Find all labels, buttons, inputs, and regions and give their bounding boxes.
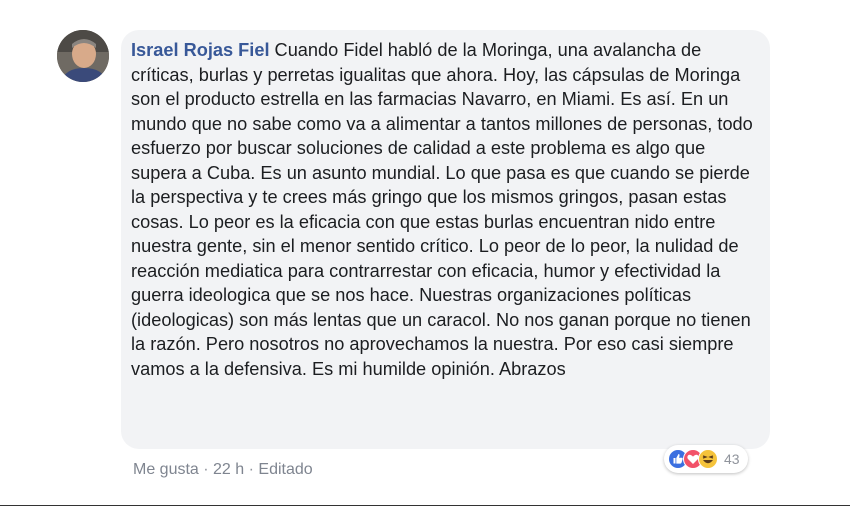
haha-icon — [698, 449, 718, 469]
separator: · — [244, 461, 259, 478]
reaction-count: 43 — [724, 451, 740, 467]
like-button[interactable]: Me gusta — [133, 461, 199, 478]
comment-text: Cuando Fidel habló de la Moringa, una av… — [131, 40, 753, 379]
reactions-summary[interactable]: 43 — [664, 445, 748, 473]
author-name-link[interactable]: Israel Rojas Fiel — [131, 40, 270, 60]
author-avatar[interactable] — [57, 30, 109, 82]
timestamp-link[interactable]: 22 h — [213, 461, 244, 478]
separator: · — [198, 461, 214, 478]
comment-body: Israel Rojas Fiel Cuando Fidel habló de … — [131, 38, 761, 381]
divider — [0, 505, 850, 506]
edited-label[interactable]: Editado — [258, 461, 312, 478]
comment-actions: Me gusta · 22 h · Editado — [133, 461, 313, 479]
